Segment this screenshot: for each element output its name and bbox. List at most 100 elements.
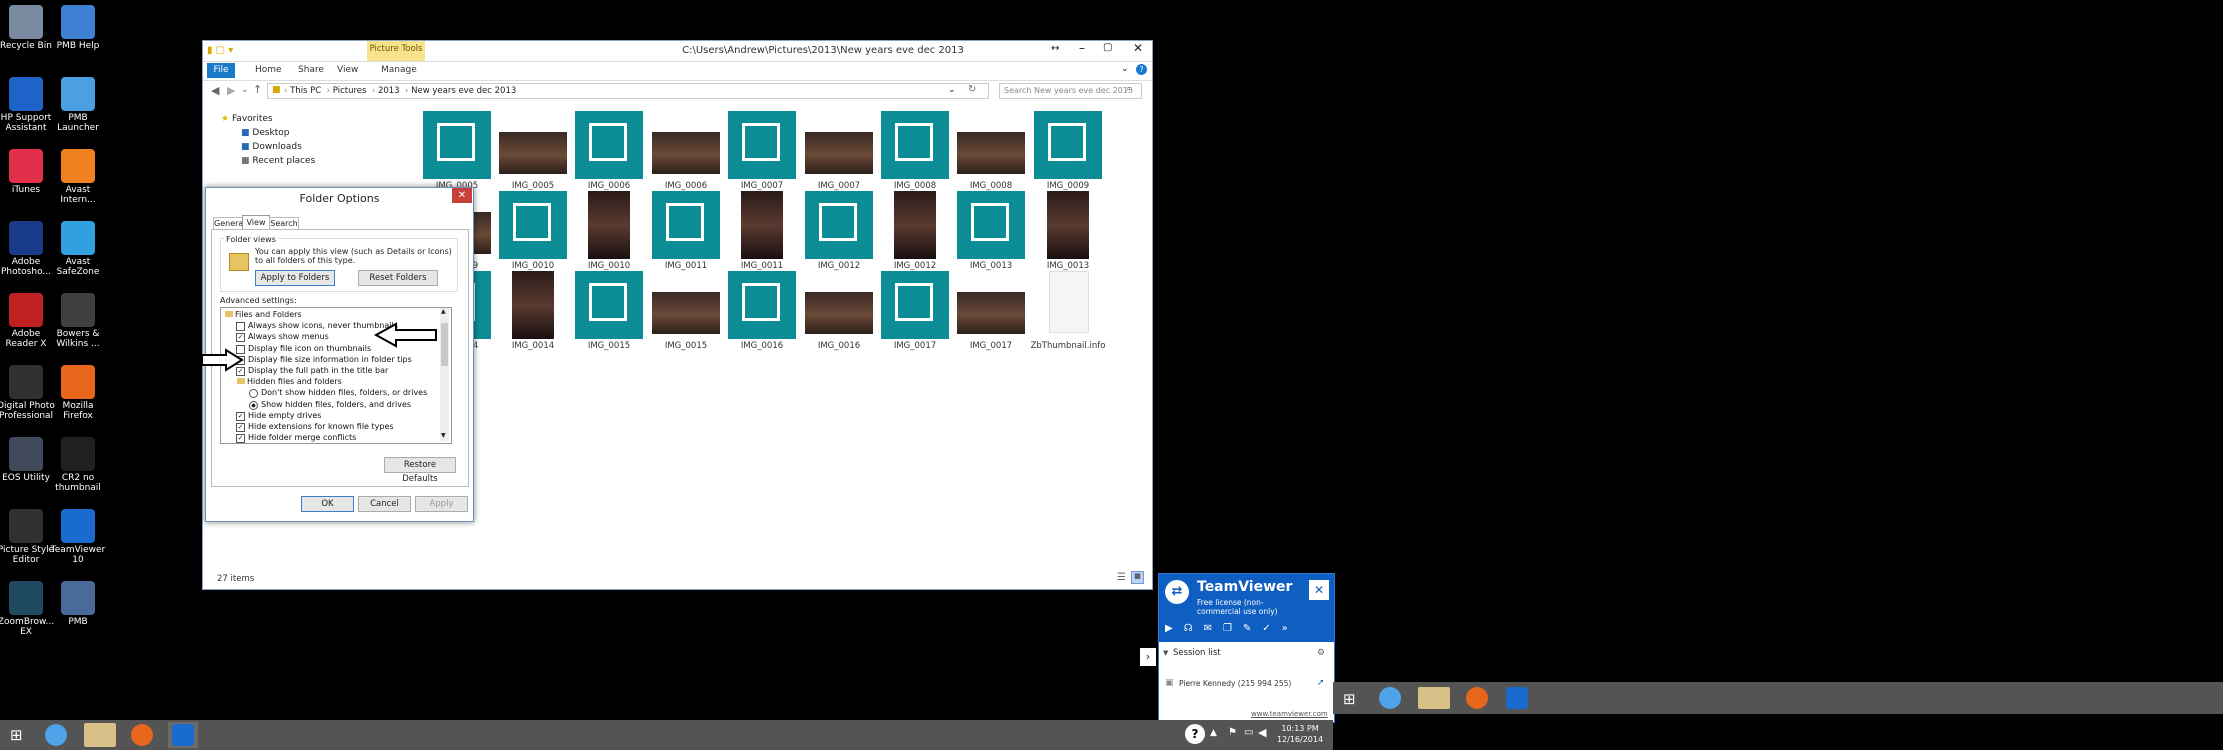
details-view-icon[interactable]: ☰ <box>1117 572 1126 583</box>
desktop-icon[interactable]: HP Support Assistant <box>0 77 55 133</box>
file-explorer-icon[interactable] <box>1418 687 1450 709</box>
desktop-icon[interactable]: Picture Style Editor <box>0 509 55 565</box>
setting-row[interactable]: ✓ Hide folder merge conflicts <box>221 433 439 443</box>
checkbox[interactable]: ✓ <box>236 423 245 432</box>
clock-date: 12/16/2014 <box>1276 735 1324 744</box>
picture-frame-icon <box>1048 123 1086 161</box>
partner-entry[interactable]: Pierre Kennedy (215 994 255) <box>1179 679 1291 688</box>
scroll-down-icon[interactable]: ▼ <box>441 432 446 439</box>
setting-row[interactable]: ✓Display file size information in folder… <box>221 355 439 366</box>
main-taskbar: ⊞ ? ▲ ⚑ ▭ ◀ 10:13 PM 12/16/2014 <box>0 720 1333 750</box>
desktop-icon[interactable]: Adobe Reader X <box>0 293 55 349</box>
setting-row[interactable]: ✓ Hide empty drives <box>221 411 439 422</box>
file-name: ZbThumbnail.info <box>1030 341 1106 351</box>
large-icons-view-icon[interactable]: ▦ <box>1131 571 1144 584</box>
checkbox[interactable]: ✓ <box>236 411 245 421</box>
internet-explorer-icon[interactable] <box>45 724 67 746</box>
picture-frame-icon <box>971 203 1009 241</box>
setting-label: Hidden files and folders <box>247 377 342 387</box>
advanced-settings-scrollbar[interactable]: ▲ ▼ <box>440 308 449 441</box>
picture-frame-icon <box>742 123 780 161</box>
file-item[interactable]: ZbThumbnail.info <box>1023 271 1113 351</box>
desktop-icon[interactable]: PMB Launcher <box>49 77 107 133</box>
desktop-icon[interactable]: Avast Intern... <box>49 149 107 205</box>
desktop-icon[interactable]: EOS Utility <box>0 437 55 483</box>
firefox-icon[interactable] <box>131 724 153 746</box>
setting-row[interactable]: Don't show hidden files, folders, or dri… <box>221 388 439 399</box>
image-placeholder-icon <box>1034 111 1102 179</box>
image-placeholder-icon <box>652 191 720 259</box>
scroll-up-icon[interactable]: ▲ <box>441 308 446 315</box>
desktop-app-icon <box>61 221 95 255</box>
checkbox[interactable]: ✓ <box>236 434 245 443</box>
teamviewer-url[interactable]: www.teamviewer.com <box>1251 710 1328 718</box>
radio-button[interactable] <box>249 389 258 399</box>
setting-label: Hide extensions for known file types <box>248 422 394 431</box>
file-explorer-icon[interactable] <box>84 723 116 747</box>
radio-button[interactable] <box>249 400 258 410</box>
dialog-close-button[interactable]: ✕ <box>452 188 472 203</box>
desktop-icon-label: PMB Help <box>56 41 100 51</box>
teamviewer-header: ⇄ TeamViewer Free license (non-commercia… <box>1159 574 1334 642</box>
setting-row[interactable]: Hidden files and folders <box>221 377 439 388</box>
network-icon[interactable]: ▭ <box>1244 727 1253 738</box>
desktop-icon[interactable]: TeamViewer 10 <box>49 509 107 565</box>
help-tray-icon[interactable]: ? <box>1185 724 1205 744</box>
desktop-icon[interactable]: Mozilla Firefox <box>49 365 107 421</box>
file-item[interactable]: IMG_0009 <box>1023 111 1113 191</box>
flag-icon[interactable]: ⚑ <box>1228 727 1237 738</box>
setting-row[interactable]: Files and Folders <box>221 310 439 321</box>
cancel-button[interactable]: Cancel <box>358 496 411 512</box>
photo-thumbnail <box>652 292 720 334</box>
apply-to-folders-button[interactable]: Apply to Folders <box>255 270 335 286</box>
checkbox[interactable]: ✓ <box>236 333 245 343</box>
apply-button[interactable]: Apply <box>415 496 468 512</box>
desktop-icon-label: TeamViewer 10 <box>50 545 106 565</box>
desktop-icon[interactable]: ZoomBrow... EX <box>0 581 55 637</box>
setting-row[interactable]: Show hidden files, folders, and drives <box>221 400 439 411</box>
desktop-icon[interactable]: Adobe Photosho... <box>0 221 55 277</box>
internet-explorer-icon[interactable] <box>1379 687 1401 709</box>
desktop-icon[interactable]: PMB Help <box>49 5 107 51</box>
tab-view[interactable]: View <box>242 215 270 230</box>
picture-frame-icon <box>589 283 627 321</box>
start-icon[interactable]: ⊞ <box>10 726 23 744</box>
setting-row[interactable]: ✓ Display the full path in the title bar <box>221 366 439 377</box>
firefox-icon[interactable] <box>1466 687 1488 709</box>
clock[interactable]: 10:13 PM 12/16/2014 <box>1272 723 1328 745</box>
ok-button[interactable]: OK <box>301 496 354 512</box>
picture-frame-icon <box>819 203 857 241</box>
connect-icon[interactable]: ➚ <box>1317 678 1325 688</box>
scroll-thumb[interactable] <box>441 323 448 366</box>
volume-icon[interactable]: ◀ <box>1258 726 1266 739</box>
desktop-icon[interactable]: Bowers & Wilkins ... <box>49 293 107 349</box>
document-icon <box>1049 271 1089 333</box>
desktop-icon[interactable]: Recycle Bin <box>0 5 55 51</box>
desktop-icon[interactable]: PMB <box>49 581 107 627</box>
tray-overflow-icon[interactable]: ▲ <box>1210 728 1217 738</box>
desktop-icon-label: ZoomBrow... EX <box>0 617 55 637</box>
session-list-label: Session list <box>1173 648 1221 658</box>
desktop-icon[interactable]: CR2 no thumbnail <box>49 437 107 493</box>
restore-defaults-button[interactable]: Restore Defaults <box>384 457 456 484</box>
session-settings-icon[interactable]: ⚙ <box>1317 648 1325 658</box>
setting-label: Always show menus <box>248 332 329 342</box>
teamviewer-collapse-button[interactable]: › <box>1140 648 1156 666</box>
teamviewer-task-button[interactable] <box>168 722 198 748</box>
desktop-icon[interactable]: Digital Photo Professional <box>0 365 55 421</box>
teamviewer-toolbar[interactable]: ▶☊✉❐✎✓» <box>1165 623 1299 634</box>
teamviewer-close-button[interactable]: ✕ <box>1309 580 1329 600</box>
desktop-app-icon <box>9 365 43 399</box>
setting-row[interactable]: ✓ Hide extensions for known file types <box>221 422 439 433</box>
start-icon[interactable]: ⊞ <box>1343 690 1356 708</box>
reset-folders-button[interactable]: Reset Folders <box>358 270 438 286</box>
photo-thumbnail <box>652 132 720 174</box>
setting-label: Hide empty drives <box>248 410 322 420</box>
desktop-icon[interactable]: iTunes <box>0 149 55 195</box>
photo-thumbnail <box>588 191 630 259</box>
checkbox[interactable] <box>236 322 245 332</box>
teamviewer-task-icon[interactable] <box>1506 687 1528 709</box>
session-list-expand-icon[interactable]: ▼ <box>1163 649 1168 657</box>
file-item[interactable]: IMG_0013 <box>1023 191 1113 271</box>
desktop-icon[interactable]: Avast SafeZone <box>49 221 107 277</box>
